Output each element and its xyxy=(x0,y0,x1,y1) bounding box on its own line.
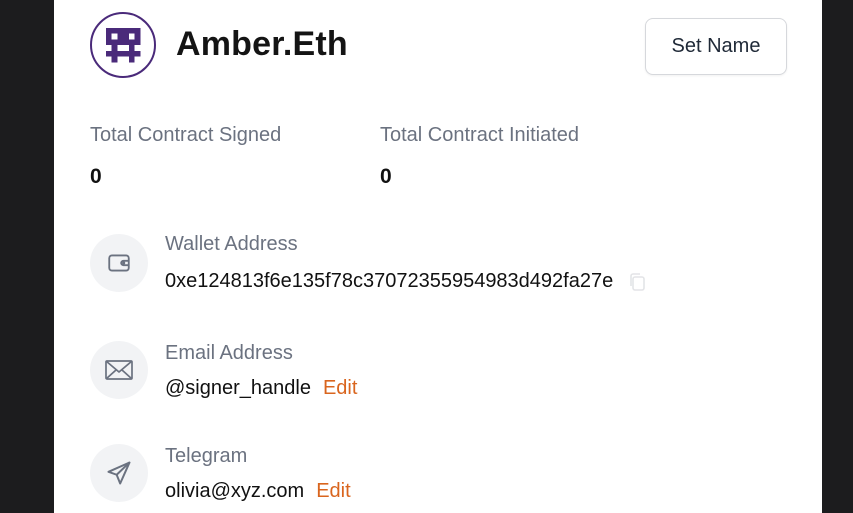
edit-telegram-link[interactable]: Edit xyxy=(316,480,350,503)
total-contract-signed-value: 0 xyxy=(90,165,102,188)
telegram-icon-circle xyxy=(90,444,148,502)
email-address-label: Email Address xyxy=(165,342,293,364)
mail-icon-circle xyxy=(90,341,148,399)
send-icon xyxy=(107,461,131,485)
total-contract-initiated-value: 0 xyxy=(380,165,392,188)
wallet-address-row: 0xe124813f6e135f78c37072355954983d492fa2… xyxy=(165,270,647,293)
total-contract-signed-label: Total Contract Signed xyxy=(90,124,282,146)
telegram-row: olivia@xyz.com Edit xyxy=(165,480,351,503)
wallet-address-label: Wallet Address xyxy=(165,233,298,255)
set-name-button[interactable]: Set Name xyxy=(645,18,787,75)
telegram-label: Telegram xyxy=(165,445,248,467)
mail-icon xyxy=(105,360,133,380)
total-contract-initiated-label: Total Contract Initiated xyxy=(380,124,579,146)
identicon-icon xyxy=(105,27,141,63)
wallet-icon-circle xyxy=(90,234,148,292)
edit-email-link[interactable]: Edit xyxy=(323,377,357,400)
profile-panel: Amber.Eth Set Name Total Contract Signed… xyxy=(54,0,822,513)
email-address-row: @signer_handle Edit xyxy=(165,377,357,400)
profile-name: Amber.Eth xyxy=(176,25,348,63)
email-address-value: @signer_handle xyxy=(165,377,311,399)
wallet-icon xyxy=(108,254,130,272)
copy-icon[interactable] xyxy=(627,271,647,293)
wallet-address-value: 0xe124813f6e135f78c37072355954983d492fa2… xyxy=(165,270,614,292)
avatar xyxy=(90,12,156,78)
telegram-value: olivia@xyz.com xyxy=(165,480,305,502)
